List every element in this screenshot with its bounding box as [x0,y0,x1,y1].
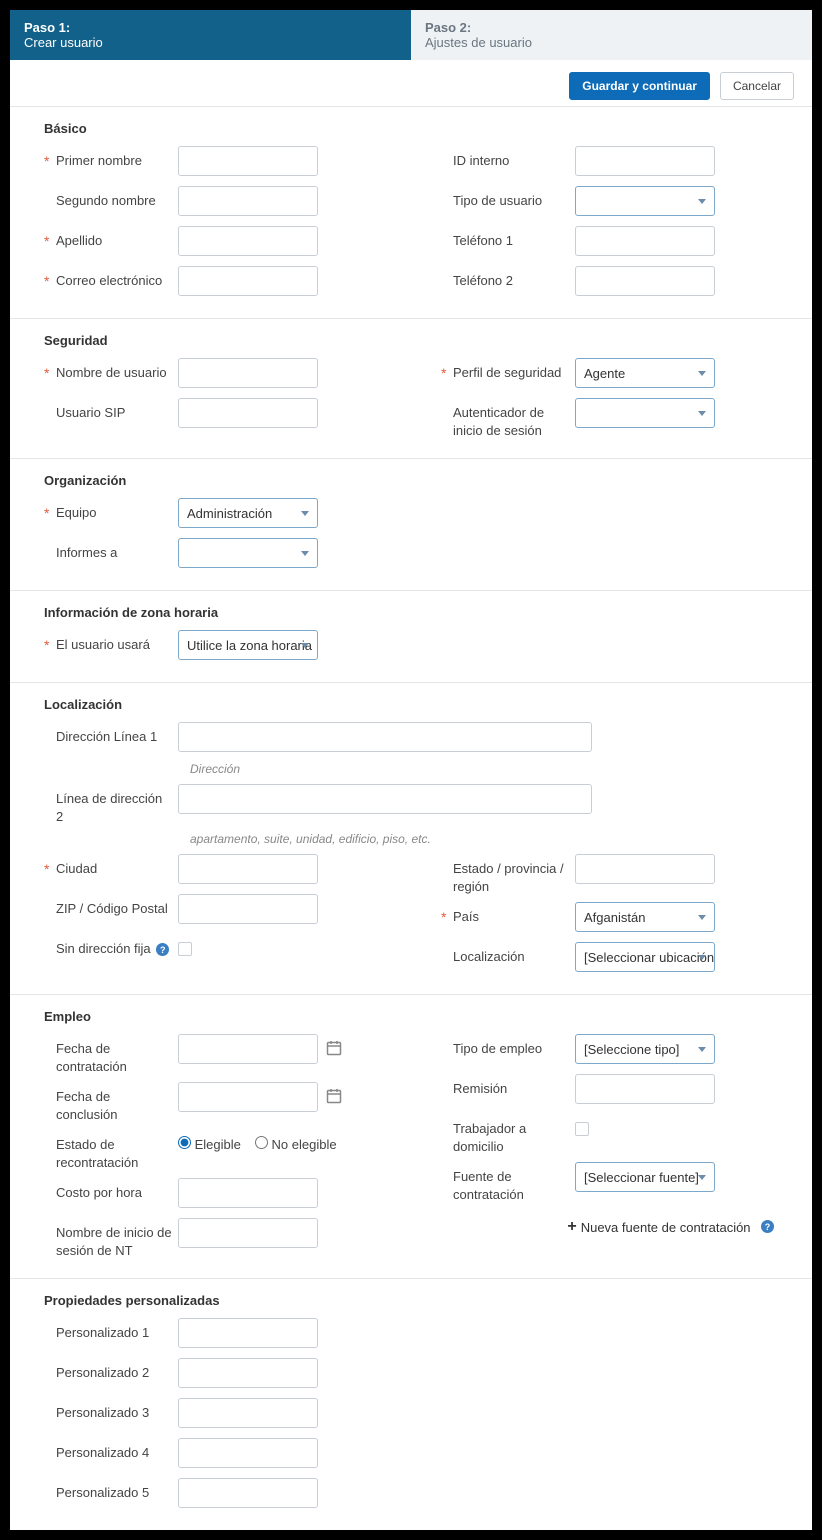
location-label: Localización [453,942,575,966]
custom1-input[interactable] [178,1318,318,1348]
referral-label: Remisión [453,1074,575,1098]
rehire-status-label: Estado de recontratación [56,1130,178,1172]
security-profile-select[interactable]: Agente [575,358,715,388]
team-select[interactable]: Administración [178,498,318,528]
section-security-title: Seguridad [10,329,812,358]
reports-to-label: Informes a [56,538,178,562]
middle-name-input[interactable] [178,186,318,216]
email-input[interactable] [178,266,318,296]
security-profile-label: Perfil de seguridad [453,358,575,382]
no-fixed-label: Sin dirección fija ? [56,934,178,958]
first-name-label: Primer nombre [56,146,178,170]
hourly-cost-label: Costo por hora [56,1178,178,1202]
end-date-label: Fecha de conclusión [56,1082,178,1124]
home-worker-label: Trabajador a domicilio [453,1114,575,1156]
user-type-select[interactable] [575,186,715,216]
custom5-input[interactable] [178,1478,318,1508]
hire-source-select[interactable]: [Seleccionar fuente] [575,1162,715,1192]
phone1-input[interactable] [575,226,715,256]
addr1-label: Dirección Línea 1 [56,722,178,746]
state-input[interactable] [575,854,715,884]
section-custom-title: Propiedades personalizadas [10,1289,812,1318]
calendar-icon[interactable] [326,1088,342,1104]
addr2-input[interactable] [178,784,592,814]
addr2-hint: apartamento, suite, unidad, edificio, pi… [190,832,778,846]
hourly-cost-input[interactable] [178,1178,318,1208]
custom3-label: Personalizado 3 [56,1398,178,1422]
cancel-button[interactable]: Cancelar [720,72,794,100]
step-1[interactable]: Paso 1: Crear usuario [10,10,411,60]
no-fixed-checkbox[interactable] [178,942,192,956]
country-select[interactable]: Afganistán [575,902,715,932]
calendar-icon[interactable] [326,1040,342,1056]
step-2-title: Paso 2: [425,20,798,35]
zip-input[interactable] [178,894,318,924]
nt-login-label: Nombre de inicio de sesión de NT [56,1218,178,1260]
save-continue-button[interactable]: Guardar y continuar [569,72,710,100]
middle-name-label: Segundo nombre [56,186,178,210]
referral-input[interactable] [575,1074,715,1104]
timezone-select[interactable]: Utilice la zona horaria [178,630,318,660]
hire-date-label: Fecha de contratación [56,1034,178,1076]
section-timezone-title: Información de zona horaria [10,601,812,630]
hire-source-label: Fuente de contratación [453,1162,575,1204]
user-type-label: Tipo de usuario [453,186,575,210]
last-name-input[interactable] [178,226,318,256]
nt-login-input[interactable] [178,1218,318,1248]
last-name-label: Apellido [56,226,178,250]
wizard-steps: Paso 1: Crear usuario Paso 2: Ajustes de… [10,10,812,60]
emp-type-select[interactable]: [Seleccione tipo] [575,1034,715,1064]
username-input[interactable] [178,358,318,388]
new-hire-source-link[interactable]: +Nueva fuente de contratación [567,1218,750,1236]
eligible-radio[interactable]: Elegible [178,1136,241,1152]
custom2-label: Personalizado 2 [56,1358,178,1382]
not-eligible-radio[interactable]: No elegible [255,1136,337,1152]
section-location-title: Localización [10,693,812,722]
user-will-use-label: El usuario usará [56,630,178,654]
first-name-input[interactable] [178,146,318,176]
city-label: Ciudad [56,854,178,878]
username-label: Nombre de usuario [56,358,178,382]
custom1-label: Personalizado 1 [56,1318,178,1342]
custom3-input[interactable] [178,1398,318,1428]
sip-user-input[interactable] [178,398,318,428]
internal-id-input[interactable] [575,146,715,176]
section-organization-title: Organización [10,469,812,498]
section-employment-title: Empleo [10,1005,812,1034]
team-label: Equipo [56,498,178,522]
phone1-label: Teléfono 1 [453,226,575,250]
country-label: País [453,902,575,926]
step-2[interactable]: Paso 2: Ajustes de usuario [411,10,812,60]
addr1-input[interactable] [178,722,592,752]
plus-icon: + [567,1218,576,1236]
login-auth-label: Autenticador de inicio de sesión [453,398,575,440]
help-icon[interactable]: ? [156,943,169,956]
zip-label: ZIP / Código Postal [56,894,178,918]
reports-to-select[interactable] [178,538,318,568]
hire-date-input[interactable] [178,1034,318,1064]
phone2-label: Teléfono 2 [453,266,575,290]
custom4-input[interactable] [178,1438,318,1468]
step-1-subtitle: Crear usuario [24,35,397,50]
custom4-label: Personalizado 4 [56,1438,178,1462]
step-1-title: Paso 1: [24,20,397,35]
end-date-input[interactable] [178,1082,318,1112]
email-label: Correo electrónico [56,266,178,290]
custom5-label: Personalizado 5 [56,1478,178,1502]
section-basic-title: Básico [10,117,812,146]
phone2-input[interactable] [575,266,715,296]
state-label: Estado / provincia / región [453,854,575,896]
internal-id-label: ID interno [453,146,575,170]
sip-user-label: Usuario SIP [56,398,178,422]
emp-type-label: Tipo de empleo [453,1034,575,1058]
home-worker-checkbox[interactable] [575,1122,589,1136]
location-select[interactable]: [Seleccionar ubicación] [575,942,715,972]
step-2-subtitle: Ajustes de usuario [425,35,798,50]
addr2-label: Línea de dirección 2 [56,784,178,826]
city-input[interactable] [178,854,318,884]
custom2-input[interactable] [178,1358,318,1388]
login-auth-select[interactable] [575,398,715,428]
help-icon[interactable]: ? [761,1220,774,1233]
addr1-hint: Dirección [190,762,778,776]
